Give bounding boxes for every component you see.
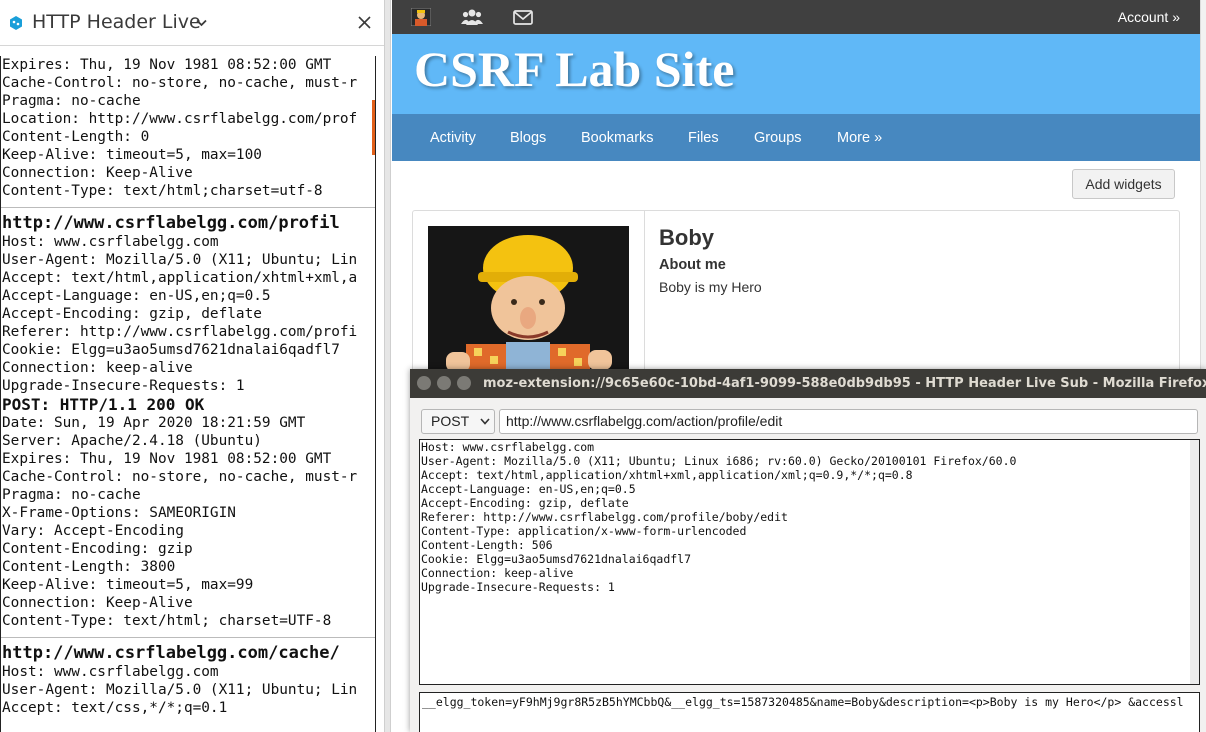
window-title: moz-extension://9c65e60c-10bd-4af1-9099-… [483,376,1206,391]
request-headers-lines: Host: www.csrflabelgg.com User-Agent: Moz… [420,440,1199,594]
request-headers-textarea[interactable]: Host: www.csrflabelgg.com User-Agent: Moz… [419,439,1200,685]
elgg-topbar: Account » [392,0,1200,34]
sidebar-splitter[interactable] [384,0,391,732]
chevron-down-icon [480,418,490,425]
about-me-label: About me [659,257,726,273]
minimize-window-icon[interactable] [437,376,451,390]
header-line: Cache-Control: no-store, no-cache, must-… [2,75,358,91]
request-url-line[interactable]: http://www.csrflabelgg.com/cache/ [1,643,367,663]
header-line: User-Agent: Mozilla/5.0 (X11; Ubuntu; Li… [2,682,358,698]
site-nav: Activity Blogs Bookmarks Files Groups Mo… [392,114,1200,161]
header-line: Expires: Thu, 19 Nov 1981 08:52:00 GMT [2,451,332,467]
header-line: Connection: Keep-Alive [2,595,193,611]
header-line: Content-Encoding: gzip [2,541,193,557]
header-line: Connection: keep-alive [2,360,193,376]
nav-blogs[interactable]: Blogs [510,130,546,146]
header-line: Expires: Thu, 19 Nov 1981 08:52:00 GMT [2,57,332,73]
header-log-list[interactable]: Expires: Thu, 19 Nov 1981 08:52:00 GMT Ca… [0,56,376,732]
method-select[interactable]: POST [421,409,495,434]
request-header-line: Accept: text/html,application/xhtml+xml,… [421,468,913,482]
method-value: POST [431,413,470,429]
header-line: Accept: text/css,*/*;q=0.1 [2,700,228,716]
site-banner: CSRF Lab Site [392,34,1200,114]
bob-figure-image [428,226,629,380]
header-line: Content-Type: text/html;charset=utf-8 [2,183,323,199]
http-header-live-sub-window: moz-extension://9c65e60c-10bd-4af1-9099-… [410,369,1206,732]
profile-card: Boby About me Boby is my Hero [412,210,1180,381]
maximize-window-icon[interactable] [457,376,471,390]
header-line: Cookie: Elgg=u3ao5umsd7621dnalai6qadfl7 [2,342,340,358]
http-header-live-sidebar: HTTP Header Live Expires: Thu, 19 Nov 19… [0,0,384,732]
nav-files[interactable]: Files [688,130,719,146]
post-body-textarea[interactable]: __elgg_token=yF9hMj9gr8R5zB5hYMCbbQ&__el… [419,692,1200,732]
header-line: Keep-Alive: timeout=5, max=99 [2,577,254,593]
header-line: User-Agent: Mozilla/5.0 (X11; Ubuntu; Li… [2,252,358,268]
sidebar-header: HTTP Header Live [0,0,384,46]
header-line: Accept-Language: en-US,en;q=0.5 [2,288,271,304]
request-header-line: Upgrade-Insecure-Requests: 1 [421,580,615,594]
request-header-line: User-Agent: Mozilla/5.0 (X11; Ubuntu; Li… [421,454,1017,468]
header-line: Pragma: no-cache [2,93,141,109]
profile-avatar [428,226,629,380]
profile-name: Boby [659,225,714,250]
header-line: Accept-Encoding: gzip, deflate [2,306,262,322]
request-header-line: Content-Length: 506 [421,538,553,552]
request-block: Expires: Thu, 19 Nov 1981 08:52:00 GMT Ca… [1,56,375,208]
header-line: Date: Sun, 19 Apr 2020 18:21:59 GMT [2,415,306,431]
response-status-line: POST: HTTP/1.1 200 OK [2,395,205,414]
header-line: Referer: http://www.csrflabelgg.com/prof… [2,324,358,340]
request-block: http://www.csrflabelgg.com/profil Host: w… [1,213,375,638]
request-header-line: Content-Type: application/x-www-form-url… [421,524,747,538]
close-window-icon[interactable] [417,376,431,390]
profile-divider [644,211,645,381]
about-me-text: Boby is my Hero [659,279,762,295]
header-line: Vary: Accept-Encoding [2,523,184,539]
sidebar-scrollbar[interactable] [372,100,375,155]
header-line: Connection: Keep-Alive [2,165,193,181]
request-header-line: Referer: http://www.csrflabelgg.com/prof… [421,510,788,524]
header-line: Content-Type: text/html; charset=UTF-8 [2,613,332,629]
extension-logo-icon [10,16,22,30]
window-titlebar[interactable]: moz-extension://9c65e60c-10bd-4af1-9099-… [410,369,1206,398]
header-line: Keep-Alive: timeout=5, max=100 [2,147,262,163]
chevron-down-icon[interactable] [196,19,207,27]
account-menu[interactable]: Account » [1118,9,1180,25]
request-header-line: Host: www.csrflabelgg.com [421,440,595,454]
headers-scrollbar[interactable] [1190,440,1199,684]
sidebar-title[interactable]: HTTP Header Live [32,11,201,33]
nav-bookmarks[interactable]: Bookmarks [581,130,654,146]
users-icon[interactable] [461,8,483,26]
nav-groups[interactable]: Groups [754,130,802,146]
request-url-line[interactable]: http://www.csrflabelgg.com/profil [1,213,367,233]
header-line: Accept: text/html,application/xhtml+xml,… [2,270,358,286]
close-icon[interactable] [358,16,371,29]
header-line: Host: www.csrflabelgg.com [2,234,219,250]
request-header-line: Accept-Language: en-US,en;q=0.5 [421,482,636,496]
avatar-icon[interactable] [411,8,431,26]
site-title[interactable]: CSRF Lab Site [414,40,734,98]
nav-activity[interactable]: Activity [430,130,476,146]
request-header-line: Connection: keep-alive [421,566,574,580]
add-widgets-button[interactable]: Add widgets [1072,169,1175,199]
request-block: http://www.csrflabelgg.com/cache/Host: w… [1,643,375,724]
url-field[interactable]: http://www.csrflabelgg.com/action/profil… [499,409,1198,434]
header-line: Server: Apache/2.4.18 (Ubuntu) [2,433,262,449]
header-line: Pragma: no-cache [2,487,141,503]
header-line: Upgrade-Insecure-Requests: 1 [2,378,245,394]
header-line: Location: http://www.csrflabelgg.com/pro… [2,111,358,127]
request-header-line: Cookie: Elgg=u3ao5umsd7621dnalai6qadfl7 [421,552,692,566]
header-line: X-Frame-Options: SAMEORIGIN [2,505,236,521]
header-line: Cache-Control: no-store, no-cache, must-… [2,469,358,485]
header-line: Content-Length: 0 [2,129,150,145]
nav-more[interactable]: More » [837,130,882,146]
header-line: Content-Length: 3800 [2,559,176,575]
header-line: Host: www.csrflabelgg.com [2,664,219,680]
request-header-line: Accept-Encoding: gzip, deflate [421,496,629,510]
mail-icon[interactable] [513,8,533,26]
